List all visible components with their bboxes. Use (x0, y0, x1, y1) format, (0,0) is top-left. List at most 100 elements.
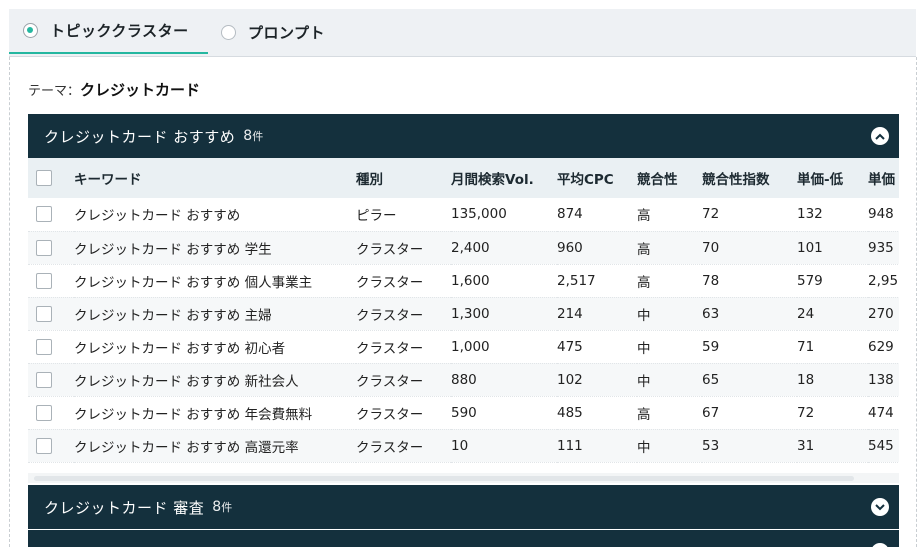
scrollbar-thumb[interactable] (34, 476, 854, 481)
mode-tab-bar: トピッククラスター プロンプト (9, 9, 916, 57)
horizontal-scrollbar[interactable] (28, 473, 899, 483)
col-header-bid-high[interactable]: 単価 (868, 158, 899, 198)
competition-cell: 高 (637, 241, 651, 258)
select-all-checkbox[interactable] (36, 170, 52, 186)
cpc-cell: 475 (557, 338, 583, 355)
col-header-bid-low[interactable]: 単価-低 (797, 158, 868, 198)
row-checkbox[interactable] (36, 404, 52, 421)
row-checkbox[interactable] (36, 437, 52, 454)
bid-high-cell: 270 (868, 305, 894, 322)
row-checkbox[interactable] (36, 338, 52, 355)
cluster-header-osusume[interactable]: クレジットカード おすすめ 8件 (28, 114, 899, 158)
radio-unselected-icon[interactable] (221, 25, 236, 40)
competition-index-cell: 70 (702, 239, 720, 256)
keyword-cell: クレジットカード おすすめ 主婦 (74, 307, 272, 324)
bid-low-cell: 24 (797, 305, 815, 322)
row-checkbox[interactable] (36, 206, 52, 223)
bid-high-cell: 629 (868, 338, 894, 355)
competition-cell: 中 (637, 373, 651, 390)
row-checkbox[interactable] (36, 305, 52, 322)
volume-cell: 1,300 (451, 305, 490, 322)
type-cell: クラスター (356, 406, 424, 423)
content-panel: テーマ：クレジットカード クレジットカード おすすめ 8件 キーワード 種別 月… (9, 57, 917, 547)
type-cell: クラスター (356, 439, 424, 456)
keyword-table-container: キーワード 種別 月間検索Vol. 平均CPC 競合性 競合性指数 単価-低 単… (28, 158, 899, 463)
table-row[interactable]: クレジットカード おすすめ 個人事業主 クラスター 1,600 2,517 高 78 579… (28, 264, 899, 297)
cpc-cell: 874 (557, 206, 583, 223)
row-checkbox[interactable] (36, 371, 52, 388)
table-row[interactable]: クレジットカード おすすめ 学生 クラスター 2,400 960 高 70 101 935 (28, 231, 899, 264)
col-header-competition-index[interactable]: 競合性指数 (702, 158, 797, 198)
competition-cell: 高 (637, 406, 651, 423)
tab-prompt-label: プロンプト (248, 24, 326, 42)
col-header-keyword[interactable]: キーワード (74, 158, 356, 198)
chevron-down-icon[interactable] (871, 543, 889, 547)
table-row[interactable]: クレジットカード おすすめ 年会費無料 クラスター 590 485 高 67 72 474 (28, 396, 899, 429)
competition-index-cell: 59 (702, 338, 720, 355)
volume-cell: 880 (451, 371, 477, 388)
bid-high-cell: 935 (868, 239, 894, 256)
keyword-cell: クレジットカード おすすめ 初心者 (74, 340, 286, 357)
competition-cell: 高 (637, 274, 651, 291)
type-cell: クラスター (356, 340, 424, 357)
type-cell: クラスター (356, 241, 424, 258)
cluster-title: クレジットカード おすすめ (44, 127, 236, 146)
row-checkbox[interactable] (36, 239, 52, 256)
type-cell: ピラー (356, 208, 397, 225)
bid-low-cell: 72 (797, 404, 815, 421)
competition-cell: 高 (637, 208, 651, 225)
table-row[interactable]: クレジットカード おすすめ 初心者 クラスター 1,000 475 中 59 71 629 (28, 330, 899, 363)
theme-line: テーマ：クレジットカード (28, 79, 200, 100)
bid-high-cell: 948 (868, 206, 894, 223)
cluster-header-partial[interactable] (28, 530, 899, 547)
table-row[interactable]: クレジットカード おすすめ ピラー 135,000 874 高 72 132 948 (28, 198, 899, 231)
cpc-cell: 102 (557, 371, 583, 388)
theme-label: テーマ： (28, 84, 81, 99)
type-cell: クラスター (356, 373, 424, 390)
table-row[interactable]: クレジットカード おすすめ 主婦 クラスター 1,300 214 中 63 24 270 (28, 297, 899, 330)
competition-index-cell: 63 (702, 305, 720, 322)
theme-value: クレジットカード (80, 81, 201, 99)
col-header-volume[interactable]: 月間検索Vol. (451, 158, 557, 198)
bid-low-cell: 71 (797, 338, 815, 355)
table-row[interactable]: クレジットカード おすすめ 高還元率 クラスター 10 111 中 53 31 545 (28, 429, 899, 462)
bid-low-cell: 18 (797, 371, 815, 388)
bid-high-cell: 2,95 (868, 272, 899, 289)
volume-cell: 10 (451, 437, 469, 454)
bid-high-cell: 138 (868, 371, 894, 388)
competition-cell: 中 (637, 340, 651, 357)
col-header-type[interactable]: 種別 (356, 158, 451, 198)
table-row[interactable]: クレジットカード おすすめ 新社会人 クラスター 880 102 中 65 18 138 (28, 363, 899, 396)
cluster-count: 8件 (212, 499, 233, 515)
col-header-competition[interactable]: 競合性 (637, 158, 702, 198)
keyword-table: キーワード 種別 月間検索Vol. 平均CPC 競合性 競合性指数 単価-低 単… (28, 158, 899, 463)
cluster-header-shinsa[interactable]: クレジットカード 審査 8件 (28, 485, 899, 529)
competition-index-cell: 78 (702, 272, 720, 289)
tab-prompt[interactable]: プロンプト (221, 9, 325, 56)
cpc-cell: 485 (557, 404, 583, 421)
chevron-down-icon[interactable] (871, 498, 889, 516)
competition-index-cell: 72 (702, 206, 720, 223)
keyword-cell: クレジットカード おすすめ 高還元率 (74, 439, 299, 456)
cpc-cell: 111 (557, 437, 583, 454)
volume-cell: 1,600 (451, 272, 490, 289)
bid-low-cell: 579 (797, 272, 823, 289)
keyword-cell: クレジットカード おすすめ 年会費無料 (74, 406, 313, 423)
cpc-cell: 2,517 (557, 272, 596, 289)
chevron-up-icon[interactable] (871, 127, 889, 145)
row-checkbox[interactable] (36, 272, 52, 289)
bid-high-cell: 545 (868, 437, 894, 454)
tab-topic-cluster[interactable]: トピッククラスター (9, 9, 208, 54)
cluster-title: クレジットカード 審査 (44, 498, 205, 517)
volume-cell: 2,400 (451, 239, 490, 256)
radio-selected-icon[interactable] (23, 23, 38, 38)
cpc-cell: 960 (557, 239, 583, 256)
volume-cell: 590 (451, 404, 477, 421)
competition-index-cell: 53 (702, 437, 720, 454)
keyword-cell: クレジットカード おすすめ 学生 (74, 241, 272, 258)
bid-low-cell: 132 (797, 206, 823, 223)
bid-low-cell: 31 (797, 437, 815, 454)
col-header-cpc[interactable]: 平均CPC (557, 158, 637, 198)
competition-cell: 中 (637, 307, 651, 324)
bid-low-cell: 101 (797, 239, 823, 256)
